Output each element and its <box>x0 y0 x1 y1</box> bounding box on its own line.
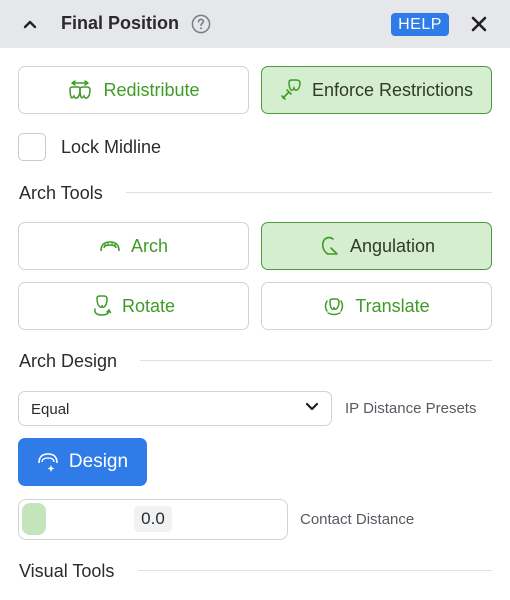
rotate-button[interactable]: Rotate <box>18 282 249 330</box>
ip-distance-presets-label: IP Distance Presets <box>345 400 477 417</box>
angulation-label: Angulation <box>349 235 436 256</box>
contact-distance-slider-handle[interactable] <box>22 503 46 535</box>
contact-distance-label: Contact Distance <box>300 511 415 528</box>
arch-button[interactable]: Arch <box>18 222 249 270</box>
lock-midline-label: Lock Midline <box>61 137 162 157</box>
panel-title: Final Position <box>61 13 180 33</box>
enforce-restrictions-label: Enforce Restrictions <box>311 79 474 100</box>
ip-distance-preset-select[interactable]: Equal <box>18 391 332 426</box>
arch-tools-heading: Arch Tools <box>19 183 103 203</box>
contact-distance-slider[interactable]: 0.0 <box>18 499 288 540</box>
arch-tools-divider <box>126 192 492 193</box>
visual-tools-heading: Visual Tools <box>19 561 115 581</box>
close-icon[interactable] <box>468 13 490 35</box>
design-button[interactable]: Design <box>18 438 147 486</box>
translate-button[interactable]: Translate <box>261 282 492 330</box>
angulation-icon <box>321 236 338 255</box>
rotate-tooth-icon <box>94 295 112 316</box>
chevron-down-icon <box>305 402 319 411</box>
design-label: Design <box>68 451 129 472</box>
rotate-label: Rotate <box>121 295 176 316</box>
help-button[interactable]: HELP <box>391 13 449 36</box>
ip-distance-preset-value: Equal <box>31 401 70 418</box>
tooth-wrench-icon <box>281 79 301 100</box>
translate-tooth-icon <box>325 298 344 316</box>
translate-label: Translate <box>355 295 430 316</box>
collapse-chevron-up-icon[interactable] <box>18 12 42 36</box>
arch-design-heading: Arch Design <box>19 351 118 371</box>
redistribute-label: Redistribute <box>103 79 200 100</box>
contact-distance-value: 0.0 <box>134 506 172 532</box>
arch-label: Arch <box>130 235 168 256</box>
enforce-restrictions-button[interactable]: Enforce Restrictions <box>261 66 492 114</box>
angulation-button[interactable]: Angulation <box>261 222 492 270</box>
redistribute-button[interactable]: Redistribute <box>18 66 249 114</box>
visual-tools-divider <box>138 570 492 571</box>
lock-midline-checkbox[interactable] <box>18 133 46 161</box>
redistribute-icon <box>69 80 92 99</box>
arch-icon <box>100 241 120 252</box>
panel-header: Final Position HELP <box>0 0 510 48</box>
arch-design-divider <box>140 360 492 361</box>
design-arch-sparkle-icon <box>38 453 58 472</box>
question-circle-icon[interactable] <box>191 14 211 34</box>
